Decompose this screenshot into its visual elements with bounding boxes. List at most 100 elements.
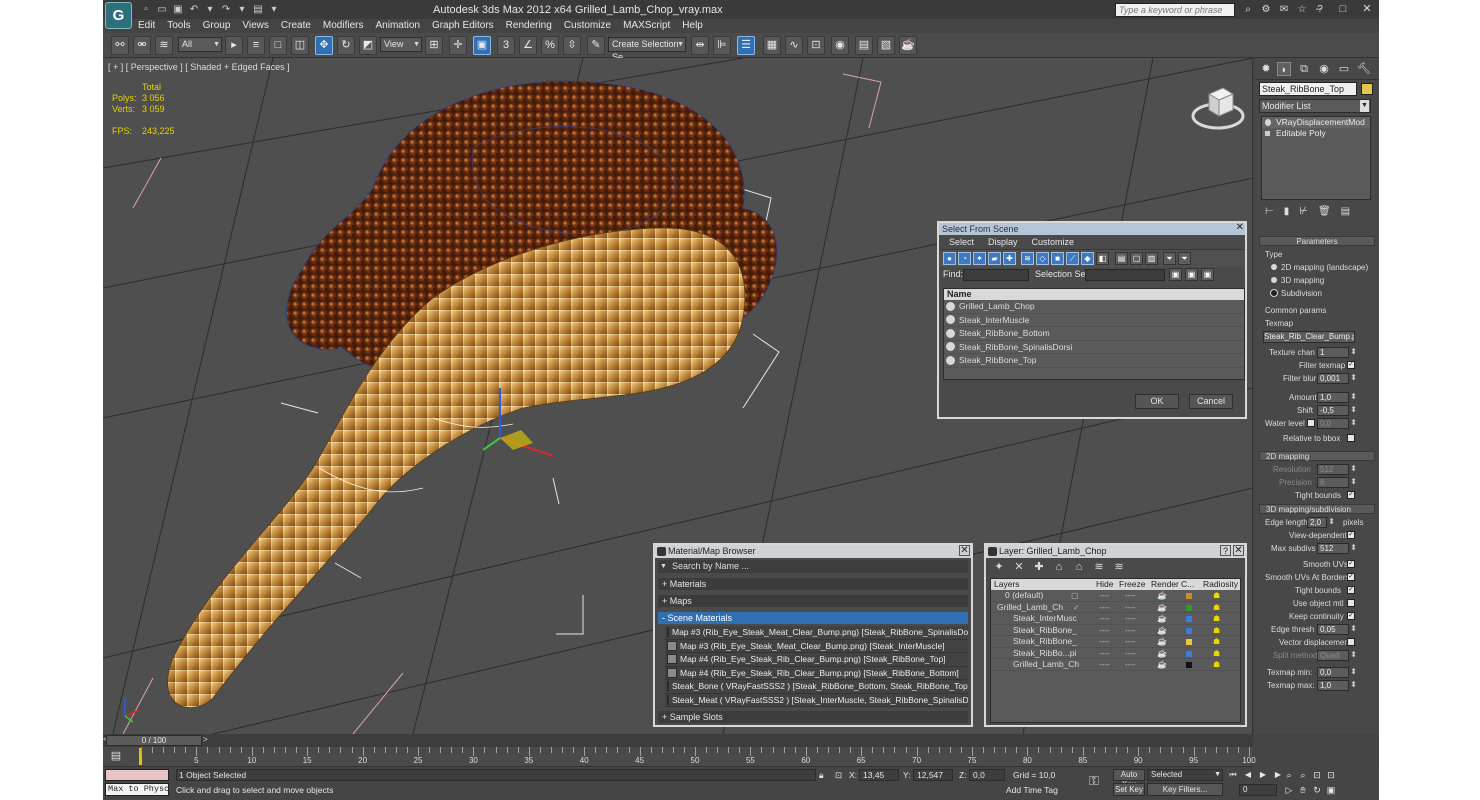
column-hide[interactable]: Hide <box>1096 579 1113 590</box>
select-and-move-icon[interactable]: ✥ <box>315 36 333 55</box>
angle-snap-icon[interactable]: ∠ <box>519 36 537 55</box>
previous-frame-icon[interactable]: ◀ <box>1242 769 1254 781</box>
name-column-header[interactable]: Name <box>944 289 1244 300</box>
play-icon[interactable]: ▶ <box>1257 769 1269 781</box>
close-icon[interactable]: ✕ <box>1355 0 1379 18</box>
close-icon[interactable]: ✕ <box>1233 545 1244 556</box>
mini-curve-editor-icon[interactable]: ▤ <box>109 749 123 763</box>
menu-tools[interactable]: Tools <box>167 19 190 33</box>
layer-dialog-title-bar[interactable]: Layer: Grilled_Lamb_Chop ? ✕ <box>986 545 1245 558</box>
maximize-viewport-icon[interactable]: ▣ <box>1325 784 1337 796</box>
customize-quick-access-icon[interactable]: ▾ <box>267 3 281 16</box>
stack-item-editable-poly[interactable]: Editable Poly <box>1262 128 1370 139</box>
radio-3d-mapping[interactable] <box>1271 277 1277 283</box>
materials-group[interactable]: + Materials <box>658 578 968 590</box>
auto-key-button[interactable]: Auto Key <box>1113 769 1145 789</box>
redo-icon[interactable]: ↷ <box>219 3 233 16</box>
selection-set-remove-icon[interactable]: ▣ <box>1201 268 1214 281</box>
stack-item-vray-displacement[interactable]: VRayDisplacementMod <box>1262 117 1370 128</box>
edge-thresh-spinner[interactable]: 0,05 <box>1317 624 1357 635</box>
render-teapot-icon[interactable]: ☕ <box>1157 648 1167 660</box>
viewcube-icon[interactable] <box>1191 80 1245 134</box>
object-color-swatch[interactable] <box>1186 616 1192 622</box>
texmap-min-spinner[interactable]: 0,0 <box>1317 667 1357 678</box>
tight-bounds-checkbox[interactable]: ✓ <box>1347 491 1355 499</box>
spinner-snap-icon[interactable]: ⇳ <box>563 36 581 55</box>
display-invert-icon[interactable]: ▥ <box>1145 252 1158 265</box>
current-layer-check-icon[interactable]: ✓ <box>1073 602 1080 614</box>
display-all-icon[interactable]: ▤ <box>1115 252 1128 265</box>
column-layers[interactable]: Layers <box>994 579 1020 590</box>
selection-set-dropdown[interactable] <box>1085 269 1165 281</box>
freeze-all-layers-icon[interactable]: ≋ <box>1112 560 1126 574</box>
object-color-swatch[interactable] <box>1361 83 1373 95</box>
rendered-frame-window-icon[interactable]: ▧ <box>877 36 895 55</box>
menu-group[interactable]: Group <box>203 19 231 33</box>
key-icon[interactable]: ⚿ <box>1089 773 1099 789</box>
render-teapot-icon[interactable]: ☕ <box>1157 613 1167 625</box>
key-filters-button[interactable]: Key Filters... <box>1147 783 1223 796</box>
ok-button[interactable]: OK <box>1135 394 1179 409</box>
object-color-swatch[interactable] <box>1186 650 1192 657</box>
menu-customize[interactable]: Customize <box>564 19 611 33</box>
make-unique-icon[interactable]: ⊬ <box>1299 205 1308 219</box>
display-spacewarps-icon[interactable]: ≋ <box>1021 252 1034 265</box>
column-radiosity[interactable]: Radiosity <box>1203 579 1238 590</box>
layer-color-swatch[interactable] <box>1186 593 1192 599</box>
display-lights-icon[interactable]: ✦ <box>973 252 986 265</box>
list-item[interactable]: Map #3 (Rib_Eye_Steak_Meat_Clear_Bump.pn… <box>665 626 968 640</box>
table-row[interactable]: Grilled_Lamb_Chop ✓ -------- ☕ ☗ <box>991 602 1240 614</box>
list-item[interactable]: Steak_RibBone_Top <box>944 354 1244 368</box>
render-production-icon[interactable]: ☕ <box>899 36 917 55</box>
key-mode-dropdown[interactable]: Selected <box>1147 769 1223 781</box>
view-dependent-checkbox[interactable]: ✓ <box>1347 531 1355 539</box>
subscription-icon[interactable]: ⚙ <box>1259 3 1273 16</box>
cancel-button[interactable]: Cancel <box>1189 394 1233 409</box>
menu-maxscript[interactable]: MAXScript <box>623 19 670 33</box>
time-slider[interactable]: < 0 / 100 > <box>103 734 1253 747</box>
selection-filter-dropdown[interactable]: All <box>178 37 222 52</box>
named-selection-sets-dropdown[interactable]: Create Selection Se <box>608 37 686 62</box>
zoom-extents-icon[interactable]: ⊡ <box>1311 769 1323 781</box>
current-frame-field[interactable]: 0 <box>1239 784 1277 796</box>
zoom-icon[interactable]: ⌕ <box>1283 769 1295 781</box>
smooth-uvs-borders-checkbox[interactable]: ✓ <box>1347 573 1355 581</box>
set-key-button[interactable]: Set Key <box>1113 783 1145 796</box>
create-tab-icon[interactable]: ✹ <box>1259 62 1273 76</box>
filter-options-icon[interactable]: ⏷ <box>1178 252 1191 265</box>
precision-spinner[interactable]: 8 <box>1317 477 1357 488</box>
filter-blur-spinner[interactable]: 0,001 <box>1317 373 1357 384</box>
resolution-spinner[interactable]: 512 <box>1317 464 1357 475</box>
menu-rendering[interactable]: Rendering <box>506 19 552 33</box>
render-teapot-icon[interactable]: ☕ <box>1157 625 1167 637</box>
list-item[interactable]: Steak_RibBone_SpinalisDorsi <box>944 341 1244 354</box>
maxscript-listener-output[interactable] <box>105 769 169 781</box>
orbit-icon[interactable]: ↻ <box>1311 784 1323 796</box>
menu-modifiers[interactable]: Modifiers <box>323 19 364 33</box>
layer-manager-icon[interactable]: ☰ <box>737 36 755 55</box>
texmap-button[interactable]: Steak_Rib_Clear_Bump.png) <box>1263 331 1355 343</box>
material-browser-title-bar[interactable]: Material/Map Browser ✕ <box>655 545 971 558</box>
absolute-mode-icon[interactable]: ⊡ <box>835 770 842 781</box>
undo-icon[interactable]: ↶ <box>187 3 201 16</box>
list-item[interactable]: Map #4 (Rib_Eye_Steak_Rib_Clear_Bump.png… <box>665 653 968 667</box>
display-helpers-icon[interactable]: ✚ <box>1003 252 1016 265</box>
snaps-toggle-icon[interactable]: 3 <box>497 36 515 55</box>
sample-slots-group[interactable]: + Sample Slots <box>658 711 968 723</box>
display-cameras-icon[interactable]: ▰ <box>988 252 1001 265</box>
maxscript-listener-input[interactable]: Max to Physc. <box>105 783 169 796</box>
link-icon[interactable]: ⚯ <box>111 36 129 55</box>
menu-edit[interactable]: Edit <box>138 19 155 33</box>
find-input[interactable] <box>963 269 1029 281</box>
pivot-center-icon[interactable]: ⊞ <box>425 36 443 55</box>
texmap-max-spinner[interactable]: 1,0 <box>1317 680 1357 691</box>
render-teapot-icon[interactable]: ☕ <box>1157 659 1167 671</box>
close-icon[interactable]: ✕ <box>1236 222 1244 234</box>
go-to-start-icon[interactable]: ⏮ <box>1227 769 1239 781</box>
list-item[interactable]: Grilled_Lamb_Chop <box>944 300 1244 314</box>
smooth-uvs-checkbox[interactable]: ✓ <box>1347 560 1355 568</box>
render-teapot-icon[interactable]: ☕ <box>1157 602 1167 614</box>
selection-set-add-icon[interactable]: ▣ <box>1185 268 1198 281</box>
relative-bbox-checkbox[interactable] <box>1347 434 1355 442</box>
search-by-name-input[interactable]: Search by Name ... <box>658 560 968 573</box>
